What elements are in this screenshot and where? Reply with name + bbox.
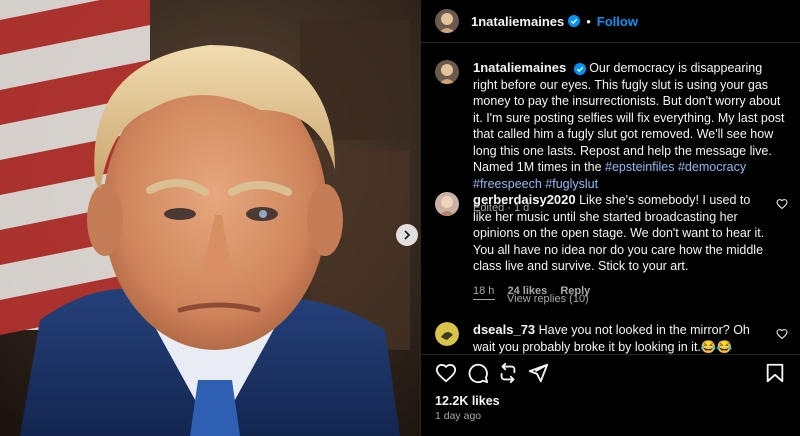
post-image[interactable] — [0, 0, 420, 436]
verified-badge-icon — [568, 15, 581, 27]
carousel-next-button[interactable] — [396, 224, 418, 246]
likes-count[interactable]: 12.2K likes — [435, 394, 500, 408]
bookmark-icon[interactable] — [764, 362, 786, 384]
hashtag[interactable]: #freespeech — [473, 177, 542, 191]
hashtag[interactable]: #epsteinfiles — [605, 160, 675, 174]
comment-username[interactable]: gerberdaisy2020 — [473, 192, 576, 207]
post-timestamp[interactable]: 1 day ago — [435, 410, 481, 422]
follow-button[interactable]: Follow — [597, 14, 638, 29]
commenter-avatar[interactable] — [435, 192, 459, 216]
portrait-photo — [0, 0, 420, 436]
heart-icon[interactable] — [776, 328, 788, 340]
verified-badge-icon — [573, 62, 586, 75]
commenter-avatar[interactable] — [435, 322, 459, 346]
instagram-post-modal: 1nataliemaines • Follow 1nataliemaines O… — [0, 0, 800, 436]
hashtag[interactable]: #democracy — [678, 160, 746, 174]
actions-divider — [421, 354, 800, 355]
comment-bubble-icon[interactable] — [467, 362, 489, 384]
comment-item: gerberdaisy2020 Like she's somebody! I u… — [435, 192, 788, 299]
caption-avatar[interactable] — [435, 60, 459, 84]
author-username[interactable]: 1nataliemaines — [471, 14, 564, 29]
chevron-right-icon — [404, 230, 411, 240]
comment-username[interactable]: dseals_73 — [473, 322, 535, 337]
send-icon[interactable] — [527, 362, 549, 384]
view-replies-label[interactable]: View replies (10) — [507, 293, 589, 305]
post-side-panel: 1nataliemaines • Follow 1nataliemaines O… — [420, 0, 800, 436]
post-actions — [435, 362, 786, 384]
separator-dot: • — [586, 13, 591, 29]
repost-icon[interactable] — [497, 362, 519, 384]
caption-username[interactable]: 1nataliemaines — [473, 60, 566, 75]
author-avatar[interactable] — [435, 9, 459, 33]
heart-icon[interactable] — [776, 198, 788, 210]
caption-text: Our democracy is disappearing right befo… — [473, 61, 785, 174]
hashtag[interactable]: #fuglyslut — [545, 177, 598, 191]
replies-divider — [473, 298, 495, 300]
comment-item: dseals_73 Have you not looked in the mir… — [435, 322, 788, 355]
heart-icon[interactable] — [435, 362, 457, 384]
comment-body: dseals_73 Have you not looked in the mir… — [473, 322, 772, 355]
view-replies-button[interactable]: View replies (10) — [473, 293, 589, 305]
comment-body: gerberdaisy2020 Like she's somebody! I u… — [473, 192, 772, 299]
post-header: 1nataliemaines • Follow — [421, 0, 800, 43]
